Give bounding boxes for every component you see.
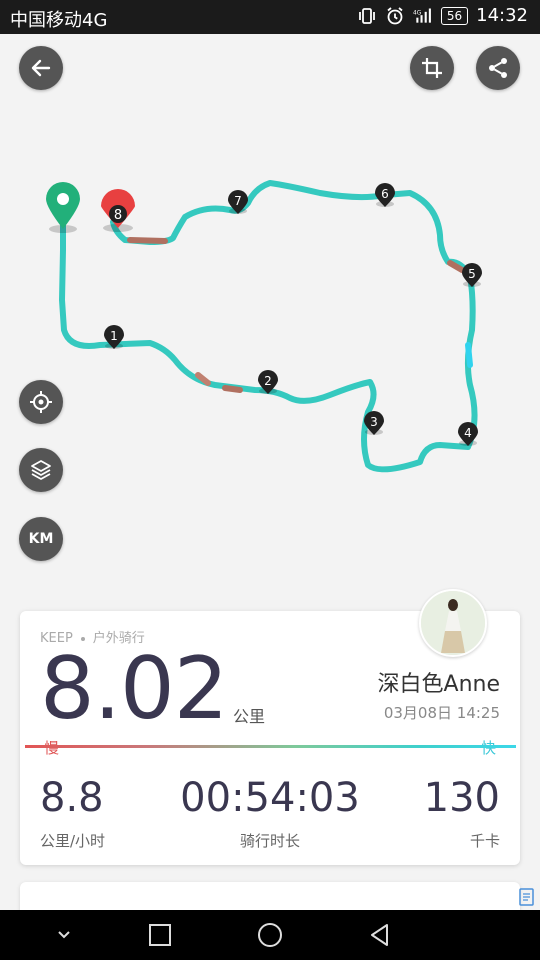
status-icons: 4G 56 14:32 [357,5,528,26]
speed-legend-bar [25,745,516,748]
alarm-icon [387,6,403,24]
signal-4g-icon: 4G [413,8,431,23]
system-nav-bar [0,910,540,960]
share-button[interactable] [476,46,520,90]
share-icon [489,58,507,78]
home-icon [258,923,282,947]
km-marker[interactable]: 3 [364,411,384,435]
km-marker[interactable]: 4 [458,422,478,446]
recent-apps-icon [149,924,171,946]
distance-unit: 公里 [233,707,266,726]
back-button[interactable] [19,46,63,90]
stat-value: 130 [423,775,500,821]
document-icon [519,888,534,906]
layers-icon [31,460,51,480]
end-marker-label: 8 [114,208,122,223]
status-bar: 中国移动4G 4G 56 14:32 [0,0,540,34]
km-toggle-button[interactable]: KM [19,517,63,561]
locate-button[interactable] [19,380,63,424]
svg-text:4G: 4G [413,10,422,16]
km-marker-label: 2 [264,374,272,388]
route-slow-segment [222,385,243,393]
km-marker-label: 3 [370,415,378,429]
distance-value: 8.02 [40,639,228,739]
vibrate-icon [358,7,375,24]
km-marker[interactable]: 7 [228,190,248,214]
carrier-label: 中国移动4G [10,10,108,31]
route-fast-segment [465,342,473,368]
km-marker-label: 6 [381,187,389,201]
km-marker[interactable]: 5 [462,263,482,287]
locate-icon [30,391,52,413]
back-arrow-icon [31,59,51,77]
km-toggle-label: KM [28,531,54,547]
crop-button[interactable] [410,46,454,90]
hide-nav-button[interactable] [49,922,79,948]
km-marker[interactable]: 2 [258,370,278,394]
battery-level: 56 [440,6,469,25]
km-marker-label: 4 [464,426,472,440]
km-marker[interactable]: 1 [104,325,124,349]
start-marker[interactable] [46,182,80,233]
km-marker[interactable]: 6 [375,183,395,207]
avatar-image [421,591,485,655]
recent-apps-button[interactable] [145,922,175,948]
end-marker[interactable]: 8 [101,189,135,232]
km-marker-label: 5 [468,267,476,281]
username[interactable]: 深白色Anne [378,666,500,698]
km-marker-label: 7 [234,194,242,208]
chevron-down-icon [58,931,70,939]
back-nav-button[interactable] [365,922,395,948]
stat-calories: 130 千卡 [424,776,500,851]
clock: 14:32 [476,5,528,26]
km-marker-label: 1 [110,329,118,343]
back-icon [371,924,388,946]
route-slow-segment [127,237,168,244]
stat-label: 千卡 [469,832,500,850]
crop-icon [422,58,442,78]
avatar[interactable] [419,589,487,657]
home-button[interactable] [255,922,285,948]
activity-datetime: 03月08日 14:25 [383,704,500,722]
layers-button[interactable] [19,448,63,492]
